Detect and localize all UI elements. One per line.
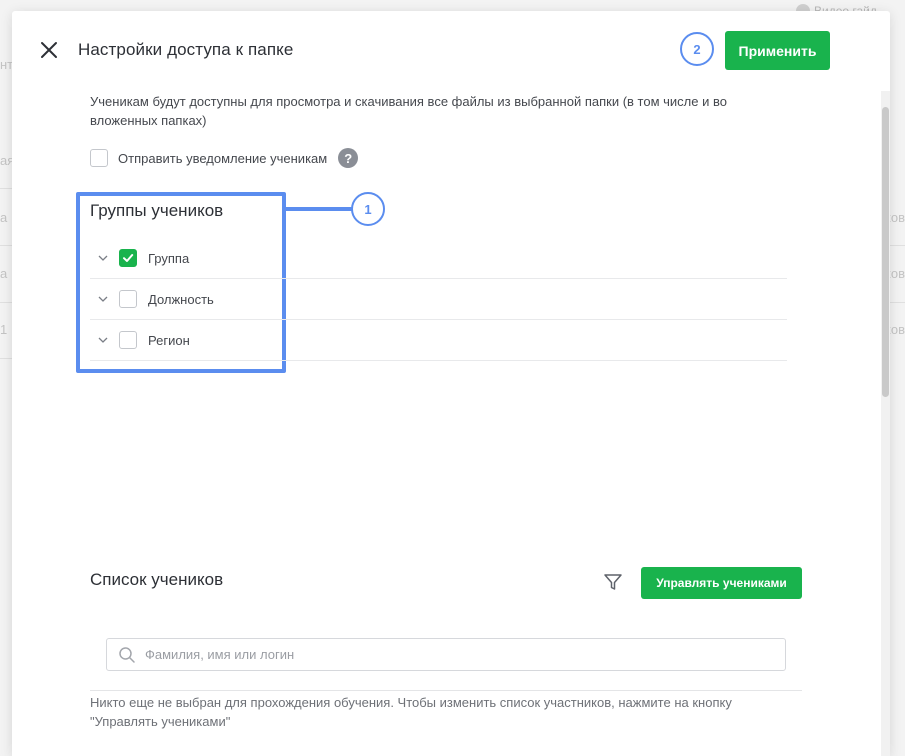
group-checkbox[interactable] <box>119 290 137 308</box>
bg-fragment: а <box>0 210 8 225</box>
close-button[interactable] <box>38 39 60 61</box>
search-input[interactable] <box>145 640 785 669</box>
close-icon <box>41 42 57 58</box>
apply-button[interactable]: Применить <box>725 31 830 70</box>
check-icon <box>123 254 134 262</box>
student-search <box>106 638 786 671</box>
group-label[interactable]: Должность <box>148 292 214 307</box>
filter-button[interactable] <box>602 571 624 593</box>
chevron-down-icon <box>98 255 108 261</box>
empty-students-note: Никто еще не выбран для прохождения обуч… <box>90 695 732 729</box>
bg-fragment: а <box>0 266 8 281</box>
bg-divider <box>0 358 12 359</box>
expand-toggle[interactable] <box>96 292 110 306</box>
folder-access-modal: Настройки доступа к папке 2 Применить Уч… <box>12 11 890 756</box>
notify-label[interactable]: Отправить уведомление ученикам <box>118 151 327 166</box>
bg-divider <box>0 245 12 246</box>
group-checkbox[interactable] <box>119 331 137 349</box>
group-row-group: Группа <box>90 238 787 279</box>
bg-divider <box>0 188 12 189</box>
group-list: Группа Должность Регион <box>90 238 787 361</box>
callout-badge-1: 1 <box>351 192 385 226</box>
modal-title: Настройки доступа к папке <box>78 40 294 59</box>
group-row-position: Должность <box>90 279 787 320</box>
students-section-title: Список учеников <box>90 570 224 589</box>
manage-students-button[interactable]: Управлять учениками <box>641 567 802 599</box>
callout-badge-2: 2 <box>680 32 714 66</box>
filter-icon <box>604 574 622 590</box>
bg-divider <box>889 302 905 303</box>
chevron-down-icon <box>98 296 108 302</box>
notify-row: Отправить уведомление ученикам ? <box>90 148 359 168</box>
group-label[interactable]: Группа <box>148 251 189 266</box>
callout-connector <box>286 207 354 211</box>
expand-toggle[interactable] <box>96 251 110 265</box>
groups-section-title: Группы учеников <box>90 201 224 220</box>
group-label[interactable]: Регион <box>148 333 190 348</box>
bg-divider <box>0 302 12 303</box>
group-checkbox[interactable] <box>119 249 137 267</box>
help-icon[interactable]: ? <box>338 148 359 168</box>
section-divider <box>90 690 802 691</box>
bg-fragment: 1 <box>0 322 8 337</box>
notify-checkbox[interactable] <box>90 149 108 167</box>
access-description: Ученикам будут доступны для просмотра и … <box>90 94 727 128</box>
expand-toggle[interactable] <box>96 333 110 347</box>
search-icon <box>119 646 135 663</box>
scrollbar-thumb[interactable] <box>882 107 889 397</box>
bg-divider <box>889 245 905 246</box>
group-row-region: Регион <box>90 320 787 361</box>
chevron-down-icon <box>98 337 108 343</box>
